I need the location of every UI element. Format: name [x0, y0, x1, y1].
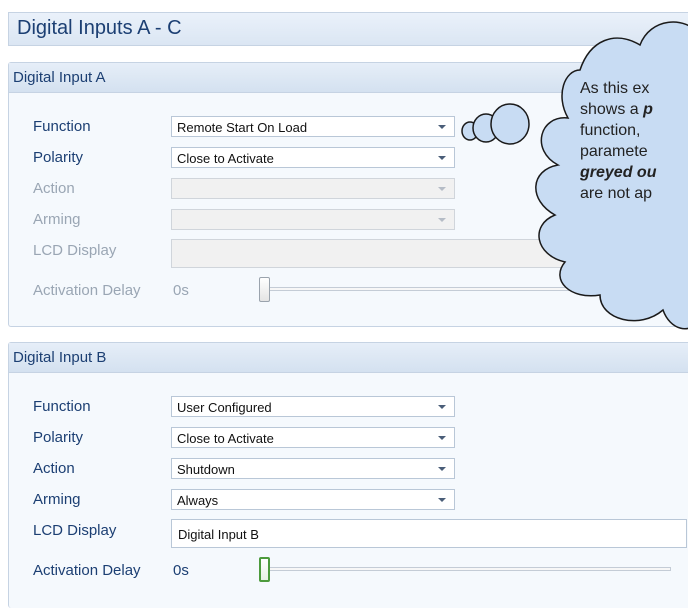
arming-dropdown: [171, 209, 455, 230]
activation-delay-track[interactable]: [259, 567, 671, 571]
activation-delay-track[interactable]: [259, 287, 671, 291]
function-dropdown[interactable]: User Configured: [171, 396, 455, 417]
digital-input-a-title: Digital Input A: [13, 69, 106, 86]
digital-input-b-title: Digital Input B: [13, 349, 107, 366]
polarity-dropdown[interactable]: Close to Activate: [171, 147, 455, 168]
activation-delay-slider-thumb[interactable]: [259, 277, 270, 302]
lcd-display-input[interactable]: Digital Input B: [171, 519, 687, 548]
callout-line-2b: p: [643, 101, 653, 118]
chevron-down-icon: [438, 405, 446, 409]
callout-text: As this ex shows a p function, paramete …: [580, 78, 688, 204]
arming-label: Arming: [33, 491, 81, 508]
function-dropdown[interactable]: Remote Start On Load: [171, 116, 455, 137]
activation-delay-label: Activation Delay: [33, 282, 141, 299]
arming-dropdown[interactable]: Always: [171, 489, 455, 510]
callout-line-2: shows a p: [580, 99, 688, 120]
callout-line-2a: shows a: [580, 101, 644, 118]
callout-line-6: are not ap: [580, 185, 653, 202]
chevron-down-icon: [438, 467, 446, 471]
chevron-down-icon: [438, 498, 446, 502]
function-label: Function: [33, 118, 91, 135]
chevron-down-icon: [438, 187, 446, 191]
action-label: Action: [33, 180, 75, 197]
arming-label: Arming: [33, 211, 81, 228]
activation-delay-value: 0s: [173, 282, 189, 299]
lcd-display-input: [171, 239, 687, 268]
action-value: Shutdown: [177, 462, 235, 477]
polarity-label: Polarity: [33, 429, 84, 446]
digital-input-b-header: Digital Input B: [9, 343, 688, 373]
chevron-down-icon: [438, 436, 446, 440]
lcd-display-label: LCD Display: [33, 242, 117, 259]
page-header: Digital Inputs A - C: [8, 12, 688, 46]
callout-line-4: paramete: [580, 143, 648, 160]
activation-delay-value: 0s: [173, 562, 189, 579]
action-label: Action: [33, 460, 75, 477]
polarity-dropdown[interactable]: Close to Activate: [171, 427, 455, 448]
callout-line-3: function,: [580, 122, 641, 139]
action-dropdown[interactable]: Shutdown: [171, 458, 455, 479]
function-value: User Configured: [177, 400, 272, 415]
arming-value: Always: [177, 493, 219, 508]
polarity-value: Close to Activate: [177, 431, 274, 446]
function-label: Function: [33, 398, 91, 415]
chevron-down-icon: [438, 218, 446, 222]
lcd-display-value: Digital Input B: [178, 527, 259, 542]
chevron-down-icon: [438, 156, 446, 160]
function-value: Remote Start On Load: [177, 120, 308, 135]
polarity-label: Polarity: [33, 149, 84, 166]
action-dropdown: [171, 178, 455, 199]
activation-delay-label: Activation Delay: [33, 562, 141, 579]
digital-input-b-panel: Digital Input B Function User Configured…: [8, 342, 688, 608]
page-title: Digital Inputs A - C: [17, 17, 182, 39]
chevron-down-icon: [438, 125, 446, 129]
callout-line-1: As this ex: [580, 80, 650, 97]
lcd-display-label: LCD Display: [33, 522, 117, 539]
polarity-value: Close to Activate: [177, 151, 274, 166]
callout-line-5: greyed ou: [580, 164, 657, 181]
activation-delay-slider-thumb[interactable]: [259, 557, 270, 582]
